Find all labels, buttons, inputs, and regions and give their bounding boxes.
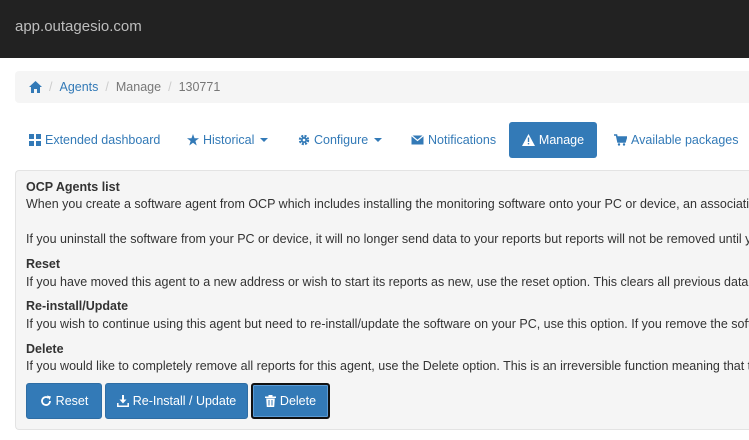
- envelope-icon: [411, 135, 424, 145]
- breadcrumb-manage: Manage: [115, 80, 162, 94]
- breadcrumb: / Agents / Manage / 130771: [15, 71, 749, 103]
- trash-icon: [264, 395, 276, 407]
- chevron-down-icon: [260, 138, 269, 142]
- browser-bar: app.outagesio.com: [0, 0, 749, 58]
- breadcrumb-agents-link[interactable]: Agents: [59, 80, 98, 94]
- tab-label: Historical: [203, 133, 255, 147]
- delete-heading: Delete: [26, 342, 64, 356]
- refresh-icon: [40, 395, 51, 406]
- breadcrumb-agent-id: 130771: [178, 80, 221, 94]
- tab-label: Manage: [538, 133, 585, 147]
- manage-panel: OCP Agents list When you create a softwa…: [15, 170, 749, 430]
- reset-heading: Reset: [26, 257, 61, 271]
- breadcrumb-separator: /: [105, 80, 109, 94]
- tab-label: Configure: [314, 133, 369, 147]
- grid-icon: [29, 134, 41, 146]
- delete-button-label: Delete: [279, 394, 317, 408]
- cart-icon: [614, 134, 627, 146]
- tab-notifications[interactable]: Notifications: [411, 122, 496, 158]
- tab-label: Extended dashboard: [45, 133, 161, 147]
- delete-button[interactable]: Delete: [251, 383, 330, 419]
- download-icon: [116, 395, 129, 407]
- reset-button[interactable]: Reset: [26, 383, 102, 419]
- panel-title: OCP Agents list: [26, 180, 120, 194]
- delete-text: If you would like to completely remove a…: [26, 359, 749, 373]
- home-icon[interactable]: [29, 81, 42, 93]
- tab-label: Notifications: [428, 133, 497, 147]
- address-host[interactable]: app.outagesio.com: [15, 18, 142, 35]
- reinstall-update-button[interactable]: Re-Install / Update: [105, 383, 248, 419]
- warning-icon: [521, 134, 535, 146]
- reinstall-heading: Re-install/Update: [26, 299, 129, 313]
- reset-button-label: Reset: [55, 394, 89, 408]
- breadcrumb-separator: /: [49, 80, 53, 94]
- panel-intro-text: When you create a software agent from OC…: [26, 197, 749, 211]
- tab-available-packages[interactable]: Available packages: [614, 122, 738, 158]
- star-icon: [187, 134, 199, 146]
- chevron-down-icon: [374, 138, 383, 142]
- panel-uninstall-text: If you uninstall the software from your …: [26, 232, 749, 246]
- tab-configure[interactable]: Configure: [298, 122, 383, 158]
- reset-text: If you have moved this agent to a new ad…: [26, 275, 749, 289]
- breadcrumb-separator: /: [168, 80, 172, 94]
- tab-label: Available packages: [631, 133, 739, 147]
- tab-extended-dashboard[interactable]: Extended dashboard: [29, 122, 160, 158]
- reinstall-text: If you wish to continue using this agent…: [26, 317, 749, 331]
- tab-manage[interactable]: Manage: [509, 122, 597, 158]
- gear-icon: [298, 134, 310, 146]
- reinstall-button-label: Re-Install / Update: [132, 394, 237, 408]
- tab-historical[interactable]: Historical: [187, 122, 269, 158]
